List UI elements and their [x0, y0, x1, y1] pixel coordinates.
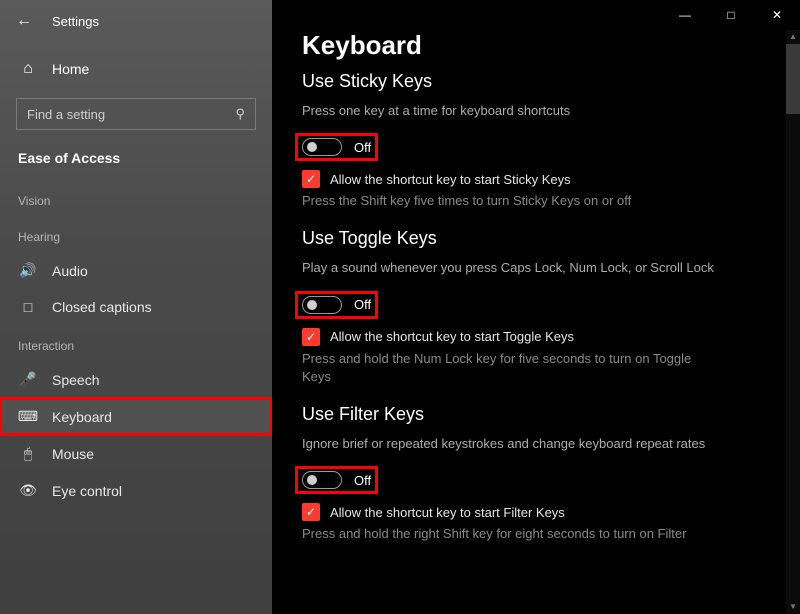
toggle-track[interactable] [302, 138, 342, 156]
search-input[interactable]: Find a setting ⚲ [16, 98, 256, 130]
audio-icon: 🔊 [20, 262, 36, 279]
close-button[interactable]: ✕ [754, 0, 800, 30]
filter-checkbox-row: ✓ Allow the shortcut key to start Filter… [302, 503, 770, 521]
app-title: Settings [52, 14, 99, 29]
nav-label: Speech [52, 372, 99, 388]
filter-hint: Press and hold the right Shift key for e… [302, 525, 722, 543]
sticky-checkbox-label: Allow the shortcut key to start Sticky K… [330, 172, 571, 187]
togglekeys-checkbox[interactable]: ✓ [302, 328, 320, 346]
nav-label: Keyboard [52, 409, 112, 425]
category-title: Ease of Access [0, 140, 272, 180]
toggle-label: Off [354, 473, 371, 488]
sticky-heading: Use Sticky Keys [302, 71, 770, 92]
nav-eye-control[interactable]: 👁 Eye control [0, 472, 272, 509]
search-placeholder: Find a setting [27, 107, 105, 122]
search-icon: ⚲ [235, 106, 245, 122]
maximize-button[interactable]: □ [708, 0, 754, 30]
filter-heading: Use Filter Keys [302, 404, 770, 425]
sticky-checkbox-row: ✓ Allow the shortcut key to start Sticky… [302, 170, 770, 188]
togglekeys-toggle[interactable]: Off [296, 292, 377, 318]
scroll-thumb[interactable] [786, 44, 800, 114]
group-interaction: Interaction [0, 325, 272, 361]
toggle-track[interactable] [302, 296, 342, 314]
home-label: Home [52, 61, 89, 77]
page-title: Keyboard [302, 30, 770, 61]
toggle-track[interactable] [302, 471, 342, 489]
nav-label: Closed captions [52, 299, 152, 315]
scroll-up-icon[interactable]: ▲ [786, 30, 800, 44]
titlebar: ← Settings [0, 12, 272, 50]
toggle-label: Off [354, 140, 371, 155]
nav-home[interactable]: ⌂ Home [0, 50, 272, 88]
filter-checkbox[interactable]: ✓ [302, 503, 320, 521]
sticky-toggle[interactable]: Off [296, 134, 377, 160]
nav-keyboard[interactable]: ⌨ Keyboard [0, 398, 272, 435]
settings-sidebar: ← Settings ⌂ Home Find a setting ⚲ Ease … [0, 0, 272, 614]
sticky-checkbox[interactable]: ✓ [302, 170, 320, 188]
nav-audio[interactable]: 🔊 Audio [0, 252, 272, 289]
home-icon: ⌂ [20, 60, 36, 78]
nav-closed-captions[interactable]: □ Closed captions [0, 289, 272, 325]
group-vision: Vision [0, 180, 272, 216]
toggle-thumb [307, 475, 317, 485]
main-panel: Keyboard Use Sticky Keys Press one key a… [272, 0, 800, 614]
togglekeys-checkbox-row: ✓ Allow the shortcut key to start Toggle… [302, 328, 770, 346]
scrollbar[interactable]: ▲ ▼ [786, 30, 800, 614]
filter-checkbox-label: Allow the shortcut key to start Filter K… [330, 505, 565, 520]
scroll-down-icon[interactable]: ▼ [786, 600, 800, 614]
window-controls: ― □ ✕ [662, 0, 800, 30]
togglekeys-desc: Play a sound whenever you press Caps Loc… [302, 259, 722, 277]
group-hearing: Hearing [0, 216, 272, 252]
togglekeys-checkbox-label: Allow the shortcut key to start Toggle K… [330, 329, 574, 344]
nav-speech[interactable]: 🎤 Speech [0, 361, 272, 398]
mouse-icon: 🖱 [20, 445, 36, 462]
minimize-button[interactable]: ― [662, 0, 708, 30]
filter-desc: Ignore brief or repeated keystrokes and … [302, 435, 722, 453]
captions-icon: □ [20, 299, 36, 315]
nav-label: Eye control [52, 483, 122, 499]
nav-label: Mouse [52, 446, 94, 462]
toggle-thumb [307, 300, 317, 310]
sticky-desc: Press one key at a time for keyboard sho… [302, 102, 722, 120]
toggle-thumb [307, 142, 317, 152]
filter-toggle[interactable]: Off [296, 467, 377, 493]
togglekeys-heading: Use Toggle Keys [302, 228, 770, 249]
toggle-label: Off [354, 297, 371, 312]
keyboard-icon: ⌨ [20, 408, 36, 425]
eye-icon: 👁 [20, 482, 36, 499]
microphone-icon: 🎤 [20, 371, 36, 388]
nav-mouse[interactable]: 🖱 Mouse [0, 435, 272, 472]
back-arrow-icon[interactable]: ← [16, 12, 32, 30]
sticky-hint: Press the Shift key five times to turn S… [302, 192, 722, 210]
togglekeys-hint: Press and hold the Num Lock key for five… [302, 350, 722, 386]
nav-label: Audio [52, 263, 88, 279]
